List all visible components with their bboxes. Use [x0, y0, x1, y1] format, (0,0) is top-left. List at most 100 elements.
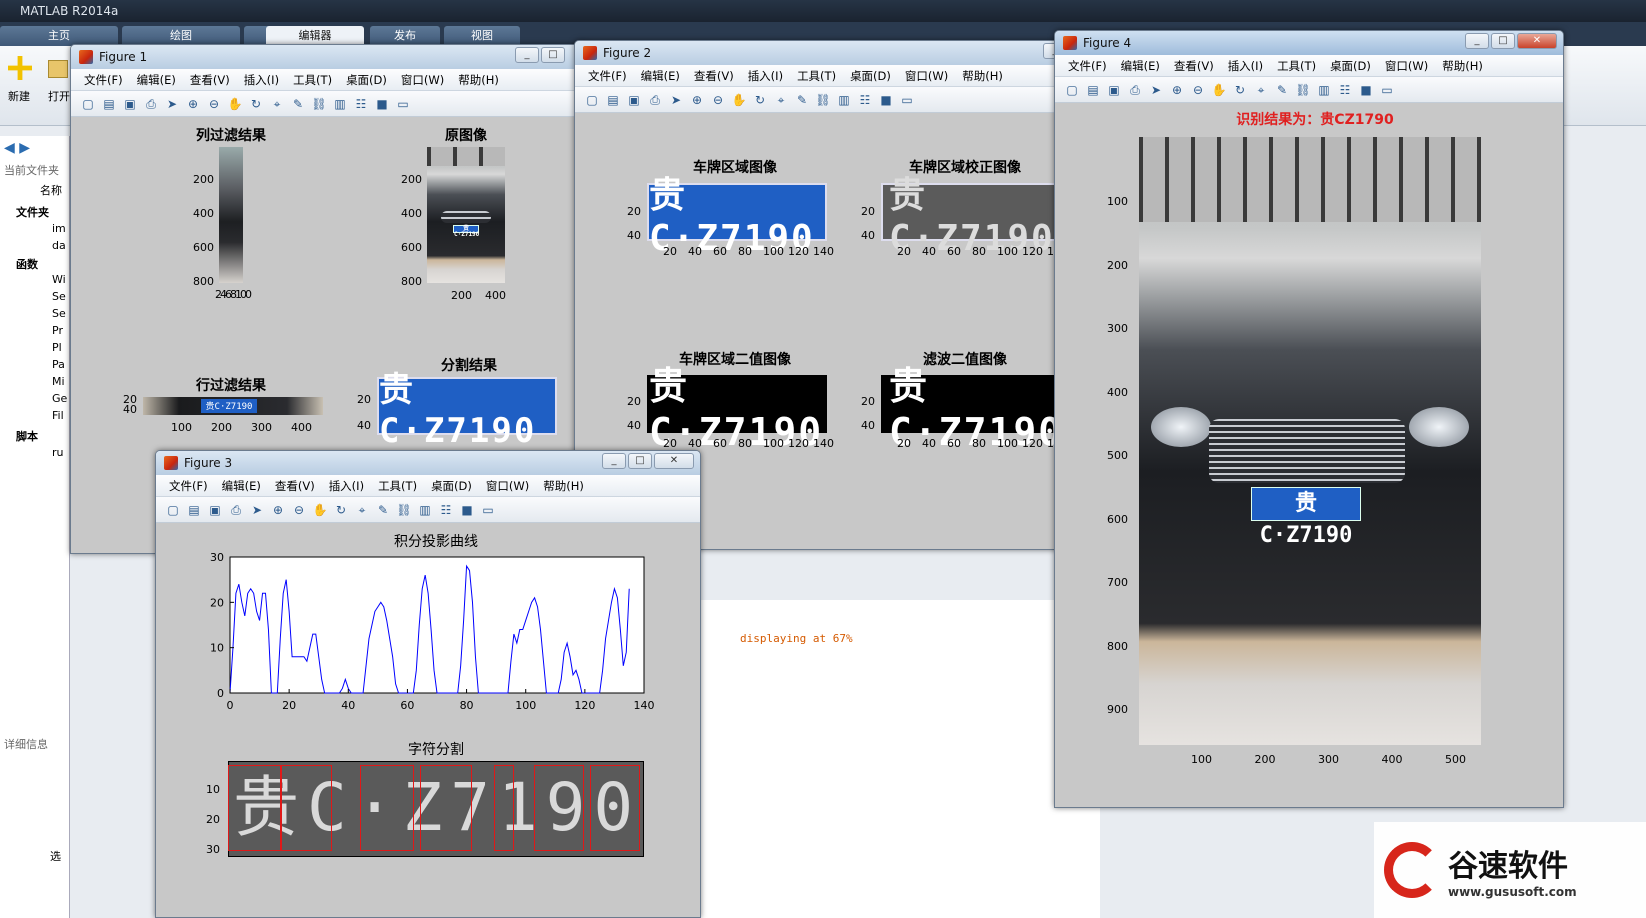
menu-desktop[interactable]: 桌面(D)	[1325, 58, 1376, 73]
hide-tools-icon[interactable]: ■	[877, 91, 895, 109]
new-figure-icon[interactable]: ▢	[1063, 81, 1081, 99]
colorbar-icon[interactable]: ▥	[1315, 81, 1333, 99]
open-file-icon[interactable]: ▤	[1084, 81, 1102, 99]
dock-icon[interactable]: ▭	[479, 501, 497, 519]
figure-4-titlebar[interactable]: Figure 4 _ □ ✕	[1055, 31, 1563, 55]
rotate-icon[interactable]: ↻	[247, 95, 265, 113]
menu-tools[interactable]: 工具(T)	[792, 68, 841, 83]
pan-icon[interactable]: ✋	[226, 95, 244, 113]
open-icon[interactable]	[48, 60, 68, 78]
folder-item[interactable]: im	[52, 222, 66, 235]
function-item[interactable]: Wi	[52, 273, 66, 286]
maximize-button[interactable]: □	[541, 47, 565, 63]
menu-file[interactable]: 文件(F)	[164, 478, 213, 493]
tab-home[interactable]: 主页	[0, 26, 118, 46]
hide-tools-icon[interactable]: ■	[373, 95, 391, 113]
hide-tools-icon[interactable]: ■	[458, 501, 476, 519]
menu-tools[interactable]: 工具(T)	[288, 72, 337, 87]
menu-view[interactable]: 查看(V)	[270, 478, 320, 493]
figure-4-window[interactable]: Figure 4 _ □ ✕ 文件(F) 编辑(E) 查看(V) 插入(I) 工具(T) 桌面…	[1054, 30, 1564, 808]
pan-icon[interactable]: ✋	[311, 501, 329, 519]
zoom-in-icon[interactable]: ⊕	[269, 501, 287, 519]
link-icon[interactable]: ⛓	[814, 91, 832, 109]
new-figure-icon[interactable]: ▢	[164, 501, 182, 519]
pointer-icon[interactable]: ➤	[667, 91, 685, 109]
link-icon[interactable]: ⛓	[395, 501, 413, 519]
function-item[interactable]: Fil	[52, 409, 64, 422]
zoom-in-icon[interactable]: ⊕	[184, 95, 202, 113]
print-icon[interactable]: ⎙	[227, 501, 245, 519]
brush-icon[interactable]: ✎	[289, 95, 307, 113]
menu-file[interactable]: 文件(F)	[1063, 58, 1112, 73]
dock-icon[interactable]: ▭	[1378, 81, 1396, 99]
close-button[interactable]: ✕	[654, 453, 694, 469]
function-item[interactable]: Pl	[52, 341, 62, 354]
print-icon[interactable]: ⎙	[142, 95, 160, 113]
function-item[interactable]: Se	[52, 290, 66, 303]
zoom-in-icon[interactable]: ⊕	[688, 91, 706, 109]
zoom-out-icon[interactable]: ⊖	[1189, 81, 1207, 99]
new-figure-icon[interactable]: ▢	[583, 91, 601, 109]
rotate-icon[interactable]: ↻	[332, 501, 350, 519]
menu-window[interactable]: 窗口(W)	[396, 72, 449, 87]
function-item[interactable]: Pa	[52, 358, 65, 371]
maximize-button[interactable]: □	[628, 453, 652, 469]
function-item[interactable]: Pr	[52, 324, 63, 337]
brush-icon[interactable]: ✎	[1273, 81, 1291, 99]
pointer-icon[interactable]: ➤	[163, 95, 181, 113]
name-column-header[interactable]: 名称	[40, 182, 62, 198]
pointer-icon[interactable]: ➤	[248, 501, 266, 519]
brush-icon[interactable]: ✎	[793, 91, 811, 109]
colorbar-icon[interactable]: ▥	[331, 95, 349, 113]
link-icon[interactable]: ⛓	[1294, 81, 1312, 99]
menu-view[interactable]: 查看(V)	[1169, 58, 1219, 73]
nav-arrows-icon[interactable]: ◀ ▶	[4, 140, 30, 156]
hide-tools-icon[interactable]: ■	[1357, 81, 1375, 99]
menu-edit[interactable]: 编辑(E)	[217, 478, 266, 493]
menu-help[interactable]: 帮助(H)	[1437, 58, 1488, 73]
function-item[interactable]: Se	[52, 307, 66, 320]
menu-view[interactable]: 查看(V)	[689, 68, 739, 83]
colorbar-icon[interactable]: ▥	[416, 501, 434, 519]
save-icon[interactable]: ▣	[206, 501, 224, 519]
menu-window[interactable]: 窗口(W)	[900, 68, 953, 83]
open-file-icon[interactable]: ▤	[185, 501, 203, 519]
rotate-icon[interactable]: ↻	[1231, 81, 1249, 99]
function-item[interactable]: Ge	[52, 392, 67, 405]
functions-group-label[interactable]: 函数	[16, 256, 38, 272]
menu-desktop[interactable]: 桌面(D)	[426, 478, 477, 493]
legend-icon[interactable]: ☷	[437, 501, 455, 519]
tab-publish[interactable]: 发布	[370, 26, 440, 46]
open-file-icon[interactable]: ▤	[604, 91, 622, 109]
menu-view[interactable]: 查看(V)	[185, 72, 235, 87]
menu-edit[interactable]: 编辑(E)	[132, 72, 181, 87]
legend-icon[interactable]: ☷	[856, 91, 874, 109]
folder-item[interactable]: da	[52, 239, 66, 252]
menu-insert[interactable]: 插入(I)	[743, 68, 788, 83]
menu-insert[interactable]: 插入(I)	[324, 478, 369, 493]
zoom-in-icon[interactable]: ⊕	[1168, 81, 1186, 99]
zoom-out-icon[interactable]: ⊖	[709, 91, 727, 109]
link-icon[interactable]: ⛓	[310, 95, 328, 113]
legend-icon[interactable]: ☷	[1336, 81, 1354, 99]
zoom-out-icon[interactable]: ⊖	[205, 95, 223, 113]
zoom-out-icon[interactable]: ⊖	[290, 501, 308, 519]
menu-help[interactable]: 帮助(H)	[957, 68, 1008, 83]
menu-window[interactable]: 窗口(W)	[481, 478, 534, 493]
menu-tools[interactable]: 工具(T)	[373, 478, 422, 493]
maximize-button[interactable]: □	[1491, 33, 1515, 49]
minimize-button[interactable]: _	[602, 453, 626, 469]
figure-3-window[interactable]: Figure 3 _ □ ✕ 文件(F) 编辑(E) 查看(V) 插入(I) 工具(T) 桌面…	[155, 450, 701, 918]
folders-group-label[interactable]: 文件夹	[16, 204, 49, 220]
datacursor-icon[interactable]: ⌖	[772, 91, 790, 109]
dock-icon[interactable]: ▭	[898, 91, 916, 109]
figure-1-titlebar[interactable]: Figure 1 _ □	[71, 45, 589, 69]
pointer-icon[interactable]: ➤	[1147, 81, 1165, 99]
new-figure-icon[interactable]: ▢	[79, 95, 97, 113]
menu-insert[interactable]: 插入(I)	[239, 72, 284, 87]
menu-insert[interactable]: 插入(I)	[1223, 58, 1268, 73]
figure-3-titlebar[interactable]: Figure 3 _ □ ✕	[156, 451, 700, 475]
save-icon[interactable]: ▣	[1105, 81, 1123, 99]
menu-edit[interactable]: 编辑(E)	[636, 68, 685, 83]
figure-2-titlebar[interactable]: Figure 2 _	[575, 41, 1073, 65]
